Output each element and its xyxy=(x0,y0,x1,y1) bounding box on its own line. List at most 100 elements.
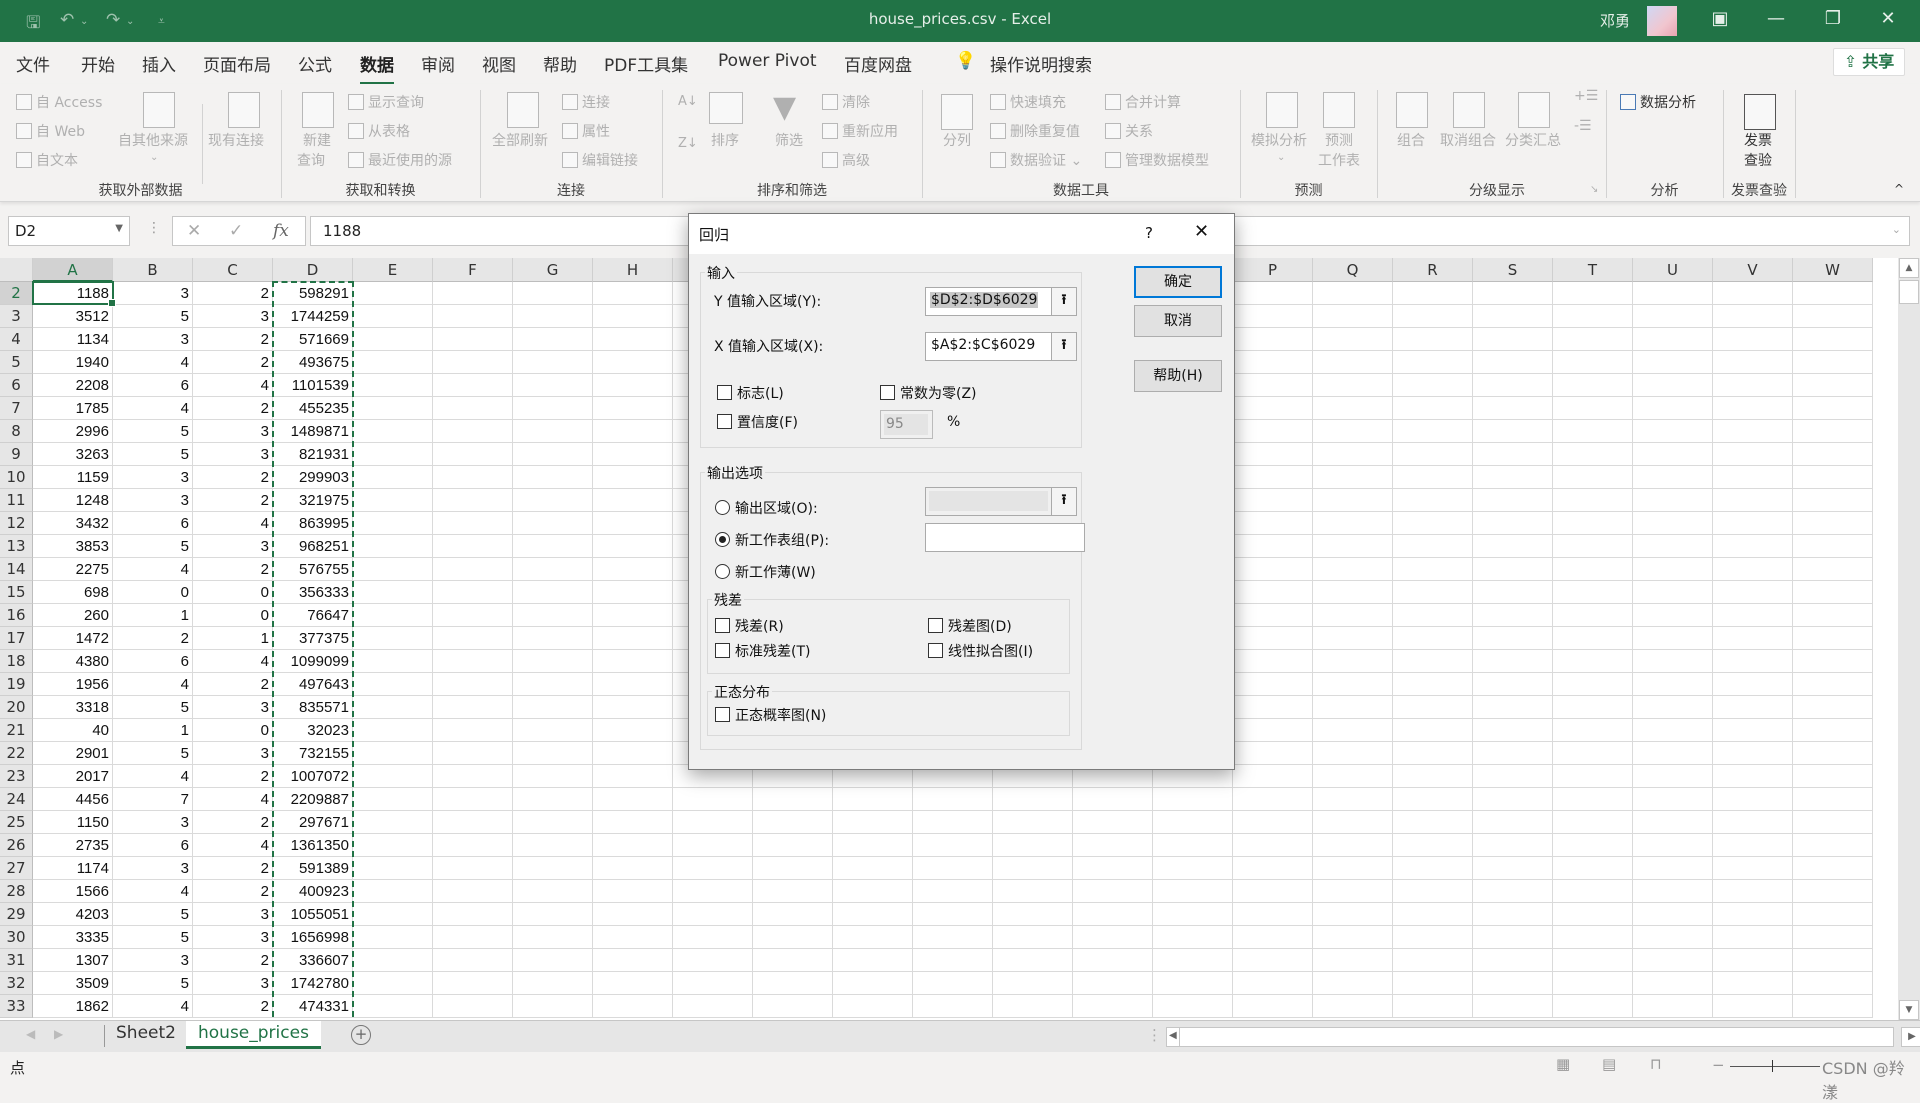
table-cell[interactable]: 1101539 xyxy=(273,374,353,397)
name-box[interactable]: D2 ▼ xyxy=(8,216,130,246)
table-cell[interactable]: 3 xyxy=(113,949,193,972)
table-cell[interactable]: 3 xyxy=(193,305,273,328)
row-header[interactable]: 23 xyxy=(0,765,33,788)
column-header-w[interactable]: W xyxy=(1793,258,1873,282)
output-range-label[interactable]: 输出区域(O): xyxy=(735,498,818,518)
close-icon[interactable]: ✕ xyxy=(1868,8,1908,29)
row-header[interactable]: 9 xyxy=(0,443,33,466)
table-cell[interactable]: 2017 xyxy=(33,765,113,788)
show-detail-icon[interactable]: +☰ xyxy=(1574,88,1598,104)
table-cell[interactable]: 497643 xyxy=(273,673,353,696)
table-cell[interactable]: 2 xyxy=(193,673,273,696)
tab-insert[interactable]: 插入 xyxy=(142,51,176,76)
column-header-c[interactable]: C xyxy=(193,258,273,282)
confidence-checkbox[interactable] xyxy=(717,414,732,429)
tab-baidu-netdisk[interactable]: 百度网盘 xyxy=(844,51,912,76)
table-cell[interactable]: 1361350 xyxy=(273,834,353,857)
column-header-u[interactable]: U xyxy=(1633,258,1713,282)
row-header[interactable]: 16 xyxy=(0,604,33,627)
column-header-a[interactable]: A xyxy=(33,258,113,282)
normal-probability-checkbox[interactable] xyxy=(715,707,730,722)
table-cell[interactable]: 598291 xyxy=(273,282,353,305)
table-cell[interactable]: 1862 xyxy=(33,995,113,1018)
table-cell[interactable]: 1150 xyxy=(33,811,113,834)
table-cell[interactable]: 1744259 xyxy=(273,305,353,328)
group-button[interactable]: 组合 xyxy=(1397,130,1425,150)
chevron-down-icon[interactable]: ▼ xyxy=(115,223,123,234)
manage-data-model-button[interactable]: 管理数据模型 xyxy=(1105,150,1209,170)
share-button[interactable]: ⇪ 共享 xyxy=(1833,48,1905,76)
table-cell[interactable]: 3 xyxy=(193,443,273,466)
table-cell[interactable]: 7 xyxy=(113,788,193,811)
avatar[interactable] xyxy=(1647,6,1677,36)
x-range-input[interactable]: $A$2:$C$6029 ⭱ xyxy=(925,332,1077,361)
data-analysis-button[interactable]: 数据分析 xyxy=(1620,92,1696,112)
y-range-input[interactable]: $D$2:$D$6029 ⭱ xyxy=(925,287,1077,316)
table-cell[interactable]: 3 xyxy=(113,857,193,880)
table-cell[interactable]: 3 xyxy=(193,535,273,558)
table-cell[interactable]: 4 xyxy=(113,397,193,420)
table-cell[interactable]: 2 xyxy=(193,949,273,972)
tab-formulas[interactable]: 公式 xyxy=(298,51,332,76)
table-cell[interactable]: 3432 xyxy=(33,512,113,535)
collapse-dialog-icon[interactable]: ⭱ xyxy=(1051,488,1076,515)
vertical-scrollbar[interactable]: ▲ ▼ xyxy=(1898,258,1920,1022)
from-web-button[interactable]: 自 Web xyxy=(16,121,85,141)
row-header[interactable]: 3 xyxy=(0,305,33,328)
page-break-view-icon[interactable]: ⊓ xyxy=(1650,1055,1662,1073)
row-header[interactable]: 12 xyxy=(0,512,33,535)
collapse-dialog-icon[interactable]: ⭱ xyxy=(1051,333,1076,360)
row-header[interactable]: 4 xyxy=(0,328,33,351)
row-header[interactable]: 28 xyxy=(0,880,33,903)
table-cell[interactable]: 1174 xyxy=(33,857,113,880)
table-cell[interactable]: 4 xyxy=(113,995,193,1018)
column-header-t[interactable]: T xyxy=(1553,258,1633,282)
row-header[interactable]: 32 xyxy=(0,972,33,995)
row-header[interactable]: 31 xyxy=(0,949,33,972)
tab-help[interactable]: 帮助 xyxy=(543,51,577,76)
table-cell[interactable]: 0 xyxy=(193,604,273,627)
line-fit-plots-checkbox[interactable] xyxy=(928,643,943,658)
table-cell[interactable]: 1 xyxy=(193,627,273,650)
residuals-checkbox[interactable] xyxy=(715,618,730,633)
table-cell[interactable]: 2 xyxy=(193,282,273,305)
output-range-radio[interactable] xyxy=(715,500,730,515)
horizontal-scrollbar[interactable]: ◀ ▶ xyxy=(1166,1027,1920,1047)
user-name[interactable]: 邓勇 xyxy=(1600,10,1630,31)
table-cell[interactable]: 2 xyxy=(193,328,273,351)
clear-filter-button[interactable]: 清除 xyxy=(822,92,870,112)
table-cell[interactable]: 4456 xyxy=(33,788,113,811)
table-cell[interactable]: 2 xyxy=(193,765,273,788)
table-cell[interactable]: 1489871 xyxy=(273,420,353,443)
table-cell[interactable]: 0 xyxy=(193,719,273,742)
minimize-icon[interactable]: — xyxy=(1756,8,1796,29)
next-sheet-icon[interactable]: ▶ xyxy=(54,1027,63,1041)
close-icon[interactable]: ✕ xyxy=(1194,221,1209,242)
table-cell[interactable]: 3 xyxy=(113,282,193,305)
table-cell[interactable]: 2 xyxy=(193,857,273,880)
tab-power-pivot[interactable]: Power Pivot xyxy=(718,51,817,71)
std-residuals-label[interactable]: 标准残差(T) xyxy=(735,641,810,661)
table-cell[interactable]: 3 xyxy=(113,811,193,834)
table-cell[interactable]: 6 xyxy=(113,650,193,673)
table-cell[interactable]: 6 xyxy=(113,374,193,397)
tab-pdf-tools[interactable]: PDF工具集 xyxy=(604,51,688,76)
scroll-thumb[interactable] xyxy=(1899,280,1919,304)
sort-button[interactable]: 排序 xyxy=(711,130,739,150)
residual-plots-label[interactable]: 残差图(D) xyxy=(948,616,1012,636)
table-cell[interactable]: 2 xyxy=(193,880,273,903)
table-cell[interactable]: 1742780 xyxy=(273,972,353,995)
row-header[interactable]: 26 xyxy=(0,834,33,857)
what-if-analysis-button[interactable]: 模拟分析 xyxy=(1251,130,1307,150)
connections-button[interactable]: 连接 xyxy=(562,92,610,112)
row-header[interactable]: 5 xyxy=(0,351,33,374)
restore-icon[interactable]: ❐ xyxy=(1813,8,1853,29)
column-header-f[interactable]: F xyxy=(433,258,513,282)
from-other-sources-button[interactable]: 自其他来源 xyxy=(118,130,188,150)
row-header[interactable]: 17 xyxy=(0,627,33,650)
column-header-g[interactable]: G xyxy=(513,258,593,282)
sheet-tab-house-prices[interactable]: house_prices xyxy=(186,1021,321,1049)
table-cell[interactable]: 5 xyxy=(113,305,193,328)
new-workbook-radio[interactable] xyxy=(715,564,730,579)
new-query-button[interactable]: 新建 xyxy=(303,130,331,150)
